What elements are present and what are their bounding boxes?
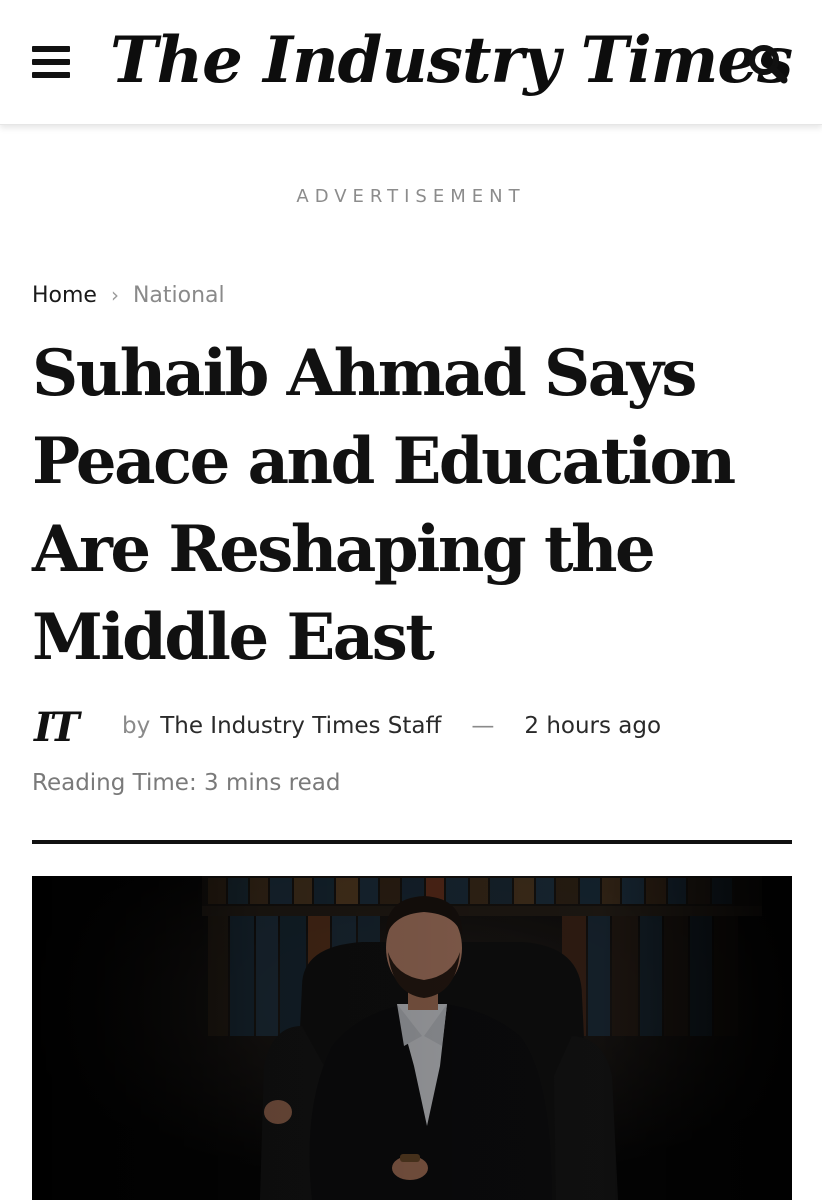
site-logo[interactable]: The Industry Times	[110, 18, 793, 104]
featured-image[interactable]	[32, 876, 792, 1200]
publish-time: 2 hours ago	[524, 713, 662, 739]
chevron-right-icon: ›	[110, 283, 119, 307]
article-title: Suhaib Ahmad Says Peace and Education Ar…	[32, 336, 736, 675]
breadcrumb: Home › National	[32, 280, 225, 310]
byline: by The Industry Times Staff — 2 hours ag…	[122, 708, 661, 744]
author-avatar[interactable]: IT	[34, 700, 100, 756]
breadcrumb-home-link[interactable]: Home	[32, 283, 97, 308]
site-header: The Industry Times	[0, 0, 822, 125]
reading-time: Reading Time: 3 mins read	[32, 770, 341, 796]
portrait-photo	[32, 876, 792, 1200]
hamburger-menu-icon[interactable]	[32, 46, 70, 78]
advertisement-label: ADVERTISEMENT	[296, 186, 526, 207]
byline-separator: —	[471, 713, 495, 739]
author-link[interactable]: The Industry Times Staff	[160, 713, 441, 739]
divider	[32, 840, 792, 844]
search-icon[interactable]	[744, 40, 792, 88]
byline-by-label: by	[122, 713, 151, 739]
breadcrumb-category-link[interactable]: National	[133, 283, 225, 308]
